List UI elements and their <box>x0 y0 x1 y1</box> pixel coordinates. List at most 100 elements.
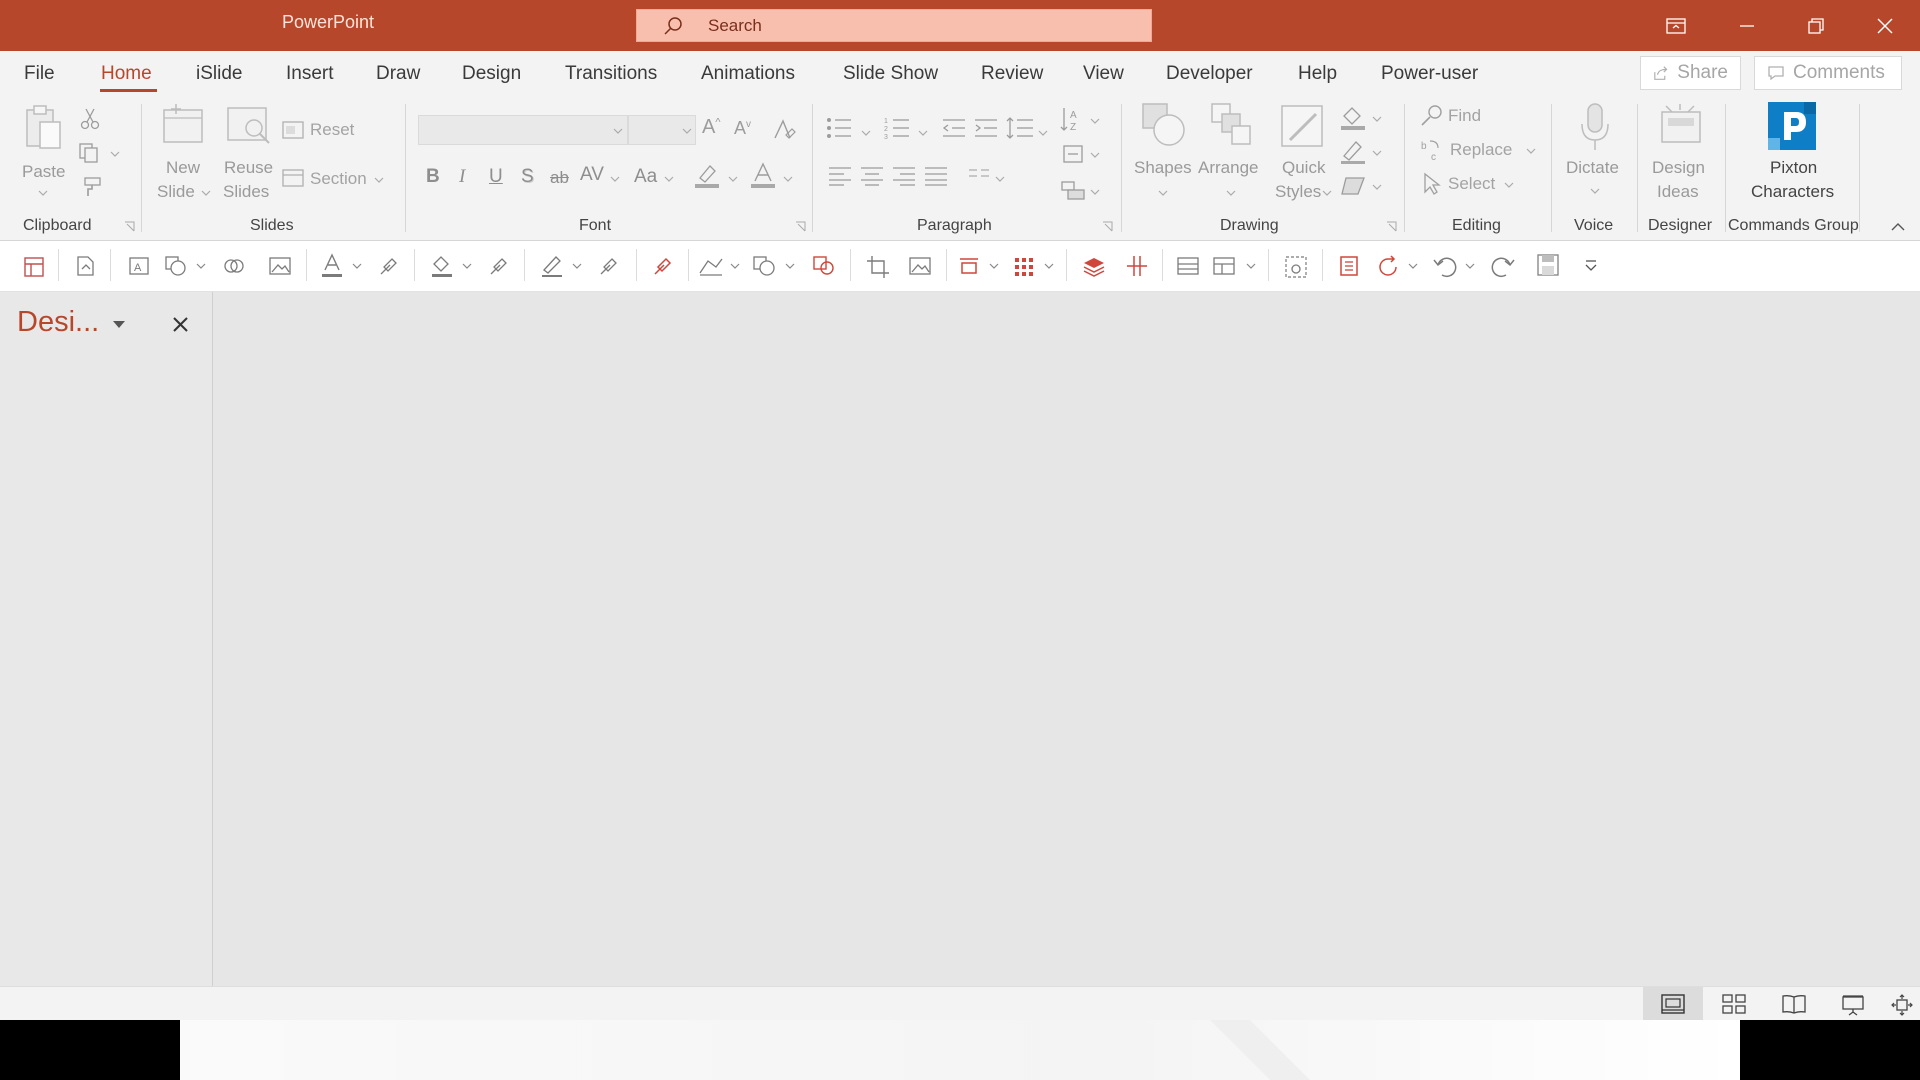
decrease-indent-icon[interactable] <box>942 118 966 138</box>
align-left-icon[interactable] <box>828 166 852 186</box>
character-spacing-icon[interactable]: AV <box>580 164 604 186</box>
fill-color-icon[interactable] <box>430 253 454 279</box>
slide-canvas[interactable] <box>213 292 1920 986</box>
tab-design[interactable]: Design <box>462 63 521 85</box>
strikethrough-icon[interactable]: ab <box>550 168 569 188</box>
picture-icon[interactable] <box>268 255 292 277</box>
dialog-launcher-icon[interactable] <box>124 221 135 232</box>
tab-help[interactable]: Help <box>1298 63 1337 85</box>
save-icon[interactable] <box>1536 253 1560 277</box>
align-center-icon[interactable] <box>860 166 884 186</box>
tab-slide-show[interactable]: Slide Show <box>843 63 938 85</box>
slide-show-icon[interactable] <box>1842 994 1864 1016</box>
undo-icon[interactable] <box>1432 253 1458 279</box>
line-spacing-icon[interactable] <box>1006 116 1034 140</box>
chevron-down-icon[interactable] <box>861 130 871 136</box>
dialog-launcher-icon[interactable] <box>1386 221 1397 232</box>
chevron-down-icon[interactable] <box>1246 263 1256 269</box>
color-picker-red-icon[interactable] <box>652 255 674 277</box>
redo-icon[interactable] <box>1490 253 1516 279</box>
paste-button[interactable]: Paste <box>14 102 72 202</box>
tab-insert[interactable]: Insert <box>286 63 334 85</box>
shape-effects-icon[interactable] <box>1340 174 1366 198</box>
chevron-down-icon[interactable] <box>1465 263 1475 269</box>
shapes-button[interactable]: Shapes <box>1132 100 1194 204</box>
shape-style-icon[interactable] <box>752 255 778 277</box>
text-shadow-icon[interactable]: S <box>521 166 534 188</box>
tab-review[interactable]: Review <box>981 63 1043 85</box>
shape-insert-icon[interactable] <box>164 255 188 277</box>
copy-icon[interactable] <box>78 142 100 164</box>
tab-animations[interactable]: Animations <box>701 63 795 85</box>
replace-button[interactable]: bc Replace <box>1420 136 1540 162</box>
reuse-slides-button[interactable]: Reuse Slides <box>222 100 274 204</box>
distribute-red-icon[interactable] <box>1126 255 1148 277</box>
highlight-color-icon[interactable] <box>694 162 720 190</box>
underline-icon[interactable]: U <box>489 166 503 188</box>
chevron-down-icon[interactable] <box>196 263 206 269</box>
reading-view-icon[interactable] <box>1782 994 1806 1014</box>
italic-icon[interactable]: I <box>459 166 465 188</box>
chevron-down-icon[interactable] <box>664 176 674 182</box>
chevron-down-icon[interactable] <box>1372 116 1382 122</box>
bullets-icon[interactable] <box>826 116 852 140</box>
tab-home[interactable]: Home <box>101 63 152 85</box>
share-button[interactable]: Share <box>1640 56 1741 90</box>
document-red-icon[interactable] <box>1338 255 1360 277</box>
chevron-down-icon[interactable] <box>783 176 793 182</box>
change-case-icon[interactable]: Aa <box>634 166 657 188</box>
table-layout-icon[interactable] <box>1212 255 1236 277</box>
chevron-down-icon[interactable] <box>462 263 472 269</box>
close-button[interactable] <box>1851 0 1919 51</box>
tab-file[interactable]: File <box>24 63 55 85</box>
collapse-ribbon-icon[interactable] <box>1891 222 1905 231</box>
chevron-down-icon[interactable] <box>1372 184 1382 190</box>
tab-draw[interactable]: Draw <box>376 63 420 85</box>
eyedropper-icon[interactable] <box>598 255 620 277</box>
shape-effect-icon[interactable] <box>698 255 724 277</box>
text-direction-icon[interactable]: AZ <box>1060 106 1084 134</box>
tab-transitions[interactable]: Transitions <box>565 63 657 85</box>
reset-button[interactable]: Reset <box>282 118 382 144</box>
ribbon-display-options-button[interactable] <box>1642 0 1710 51</box>
font-color-icon[interactable] <box>750 162 776 190</box>
normal-view-button[interactable] <box>1643 987 1703 1021</box>
chevron-down-icon[interactable] <box>352 263 362 269</box>
chevron-down-icon[interactable] <box>1408 263 1418 269</box>
customize-toolbar-icon[interactable] <box>1584 259 1598 271</box>
layout-icon[interactable] <box>24 257 44 277</box>
shape-outline-icon[interactable] <box>1340 138 1366 166</box>
merge-shapes-icon[interactable] <box>222 255 246 277</box>
align-text-icon[interactable] <box>1060 142 1086 166</box>
quick-styles-button[interactable]: Quick Styles <box>1270 100 1334 204</box>
select-button[interactable]: Select <box>1420 170 1520 196</box>
grid-red-icon[interactable] <box>1013 255 1035 277</box>
chevron-down-icon[interactable] <box>610 176 620 182</box>
arrange-button[interactable]: Arrange <box>1198 100 1264 204</box>
dialog-launcher-icon[interactable] <box>1102 221 1113 232</box>
align-right-icon[interactable] <box>892 166 916 186</box>
chevron-down-icon[interactable] <box>785 263 795 269</box>
chevron-down-icon[interactable] <box>728 176 738 182</box>
increase-font-size-icon[interactable]: A^ <box>702 116 721 139</box>
text-box-icon[interactable]: A <box>128 255 150 277</box>
font-name-combobox[interactable] <box>418 115 628 145</box>
cut-icon[interactable] <box>80 108 100 130</box>
chevron-down-icon[interactable] <box>110 151 120 157</box>
minimize-button[interactable] <box>1713 0 1781 51</box>
line-color-icon[interactable] <box>540 253 564 279</box>
eyedropper-icon[interactable] <box>488 255 510 277</box>
chevron-down-icon[interactable] <box>572 263 582 269</box>
tab-view[interactable]: View <box>1083 63 1124 85</box>
crop-icon[interactable] <box>866 255 890 279</box>
tab-developer[interactable]: Developer <box>1166 63 1253 85</box>
chevron-down-icon[interactable] <box>1090 189 1100 195</box>
search-input[interactable]: Search <box>636 9 1152 42</box>
chevron-down-icon[interactable] <box>1372 150 1382 156</box>
slide-sorter-icon[interactable] <box>1722 994 1746 1014</box>
chevron-down-icon[interactable] <box>1044 263 1054 269</box>
bold-icon[interactable]: B <box>426 166 440 188</box>
format-painter-icon[interactable] <box>80 176 102 198</box>
screenshot-icon[interactable] <box>1284 255 1308 279</box>
tab-islide[interactable]: iSlide <box>196 63 242 85</box>
